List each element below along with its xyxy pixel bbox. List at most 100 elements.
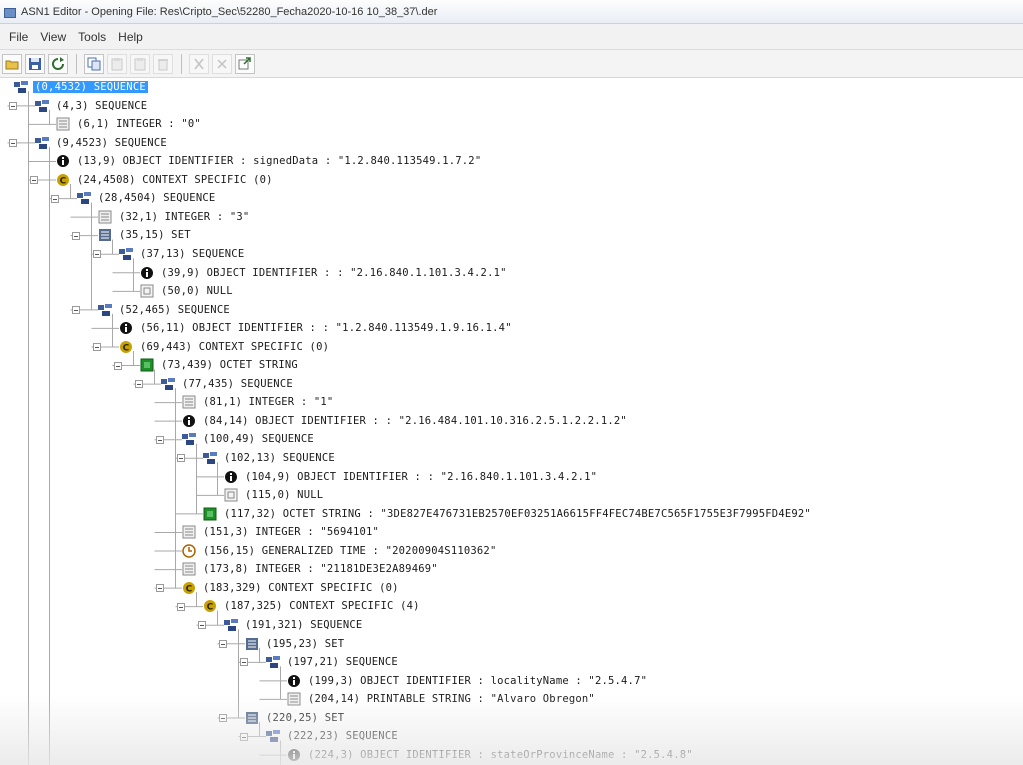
open-folder-icon[interactable]: [2, 53, 22, 74]
collapse-toggle-icon[interactable]: [30, 176, 38, 185]
paste-icon[interactable]: [107, 53, 127, 74]
context-specific-icon: C: [203, 599, 217, 613]
tree-node-label: (224,3) OBJECT IDENTIFIER : stateOrProvi…: [308, 748, 693, 761]
sequence-icon: [77, 191, 91, 205]
asn1-tree-view[interactable]: (0,4532) SEQUENCE (4,3) SEQUENCE (6,1) INT…: [0, 78, 1023, 765]
collapse-toggle-icon[interactable]: [240, 658, 248, 667]
toolbar: [0, 50, 1023, 78]
tree-node[interactable]: (9,4523) SEQUENCE: [35, 134, 169, 152]
collapse-toggle-icon[interactable]: [72, 305, 80, 314]
tree-node[interactable]: (117,32) OCTET STRING : "3DE827E476731EB…: [203, 505, 813, 523]
tree-node-label: (117,32) OCTET STRING : "3DE827E476731EB…: [224, 507, 811, 520]
tree-node[interactable]: (6,1) INTEGER : "0": [56, 115, 203, 133]
tree-node[interactable]: (39,9) OBJECT IDENTIFIER : : "2.16.840.1…: [140, 264, 509, 282]
tree-node-label: (102,13) SEQUENCE: [224, 452, 335, 464]
tree-node[interactable]: C (183,329) CONTEXT SPECIFIC (0): [182, 579, 401, 597]
collapse-toggle-icon[interactable]: [156, 584, 164, 593]
menu-tools[interactable]: Tools: [72, 30, 112, 44]
tree-node[interactable]: (197,21) SEQUENCE: [266, 653, 400, 671]
null-icon: [140, 284, 154, 298]
collapse-toggle-icon[interactable]: [9, 101, 17, 110]
tree-node[interactable]: (35,15) SET: [98, 226, 193, 244]
tree-node[interactable]: C (69,443) CONTEXT SPECIFIC (0): [119, 338, 331, 356]
tree-node[interactable]: (52,465) SEQUENCE: [98, 301, 232, 319]
tree-node-label: (104,9) OBJECT IDENTIFIER : : "2.16.840.…: [245, 470, 598, 483]
collapse-toggle-icon[interactable]: [72, 231, 80, 240]
save-icon[interactable]: [25, 53, 45, 74]
tree-node[interactable]: (73,439) OCTET STRING: [140, 356, 300, 374]
paste-special-icon[interactable]: [130, 53, 150, 74]
tree-node[interactable]: (151,3) INTEGER : "5694101": [182, 523, 381, 541]
context-specific-icon: C: [182, 581, 196, 595]
tree-node[interactable]: (204,14) PRINTABLE STRING : "Alvaro Obre…: [287, 690, 597, 708]
tree-node[interactable]: (50,0) NULL: [140, 282, 235, 300]
tree-node-label: (13,9) OBJECT IDENTIFIER : signedData : …: [77, 155, 482, 168]
tree-node[interactable]: (104,9) OBJECT IDENTIFIER : : "2.16.840.…: [224, 468, 599, 486]
tree-node[interactable]: (199,3) OBJECT IDENTIFIER : localityName…: [287, 672, 649, 690]
menu-file[interactable]: File: [3, 30, 34, 44]
collapse-toggle-icon[interactable]: [135, 380, 143, 389]
tree-node[interactable]: (100,49) SEQUENCE: [182, 430, 316, 448]
collapse-toggle-icon[interactable]: [177, 454, 185, 463]
tree-node[interactable]: (37,13) SEQUENCE: [119, 245, 246, 263]
tree-node[interactable]: (220,25) SET: [245, 709, 346, 727]
copy-icon[interactable]: [84, 53, 104, 74]
collapse-toggle-icon[interactable]: [9, 138, 17, 147]
integer-icon: [182, 562, 196, 576]
tree-node[interactable]: (224,3) OBJECT IDENTIFIER : stateOrProvi…: [287, 746, 695, 764]
tree-node[interactable]: (77,435) SEQUENCE: [161, 375, 295, 393]
tree-node-label: (28,4504) SEQUENCE: [98, 192, 216, 205]
tree-node[interactable]: (173,8) INTEGER : "21181DE3E2A89469": [182, 560, 440, 578]
collapse-toggle-icon[interactable]: [51, 194, 59, 203]
tree-node[interactable]: (4,3) SEQUENCE: [35, 97, 149, 115]
collapse-toggle-icon[interactable]: [219, 639, 227, 648]
tree-node[interactable]: (191,321) SEQUENCE: [224, 616, 364, 634]
collapse-toggle-icon[interactable]: [93, 250, 101, 259]
svg-text:C: C: [207, 603, 214, 613]
tree-node[interactable]: (81,1) INTEGER : "1": [182, 393, 335, 411]
collapse-toggle-icon[interactable]: [114, 361, 122, 370]
tree-node[interactable]: (156,15) GENERALIZED TIME : "20200904S11…: [182, 542, 498, 560]
tree-node-label: (24,4508) CONTEXT SPECIFIC (0): [77, 173, 273, 186]
cut-icon[interactable]: [189, 53, 209, 74]
null-icon: [224, 488, 238, 502]
tree-node-label: (69,443) CONTEXT SPECIFIC (0): [140, 340, 330, 353]
sequence-icon: [203, 451, 217, 465]
close-icon[interactable]: [212, 53, 232, 74]
collapse-toggle-icon[interactable]: [156, 435, 164, 444]
tree-node[interactable]: (56,11) OBJECT IDENTIFIER : : "1.2.840.1…: [119, 319, 514, 337]
collapse-toggle-icon[interactable]: [198, 621, 206, 630]
refresh-icon[interactable]: [48, 53, 68, 74]
svg-text:C: C: [186, 584, 193, 594]
title-bar: ASN1 Editor - Opening File: Res\Cripto_S…: [0, 0, 1023, 24]
tree-node-label: (151,3) INTEGER : "5694101": [203, 526, 380, 539]
context-specific-icon: C: [119, 340, 133, 354]
collapse-toggle-icon[interactable]: [177, 602, 185, 611]
tree-node[interactable]: C (187,325) CONTEXT SPECIFIC (4): [203, 597, 422, 615]
collapse-toggle-icon[interactable]: [219, 713, 227, 722]
sequence-icon: [266, 655, 280, 669]
collapse-toggle-icon[interactable]: [240, 732, 248, 741]
tree-node-label: (9,4523) SEQUENCE: [56, 136, 167, 149]
object-identifier-icon: [287, 748, 301, 762]
tree-node-label: (222,23) SEQUENCE: [287, 730, 398, 743]
collapse-toggle-icon[interactable]: [93, 342, 101, 351]
menu-view[interactable]: View: [34, 30, 72, 44]
tree-node[interactable]: (115,0) NULL: [224, 486, 325, 504]
tree-node[interactable]: (32,1) INTEGER : "3": [98, 208, 251, 226]
tree-node[interactable]: (28,4504) SEQUENCE: [77, 189, 217, 207]
tree-node[interactable]: (102,13) SEQUENCE: [203, 449, 337, 467]
tree-node-label: (35,15) SET: [119, 229, 191, 242]
integer-icon: [182, 525, 196, 539]
sequence-icon: [35, 99, 49, 113]
tree-node[interactable]: (195,23) SET: [245, 635, 346, 653]
export-icon[interactable]: [235, 53, 255, 74]
menu-help[interactable]: Help: [112, 30, 149, 44]
tree-node[interactable]: (84,14) OBJECT IDENTIFIER : : "2.16.484.…: [182, 412, 629, 430]
tree-node[interactable]: (0,4532) SEQUENCE: [14, 78, 148, 96]
tree-node[interactable]: C (24,4508) CONTEXT SPECIFIC (0): [56, 171, 275, 189]
tree-node-label: (52,465) SEQUENCE: [119, 303, 230, 316]
tree-node[interactable]: (222,23) SEQUENCE: [266, 727, 400, 745]
tree-node[interactable]: (13,9) OBJECT IDENTIFIER : signedData : …: [56, 152, 483, 170]
delete-icon[interactable]: [153, 53, 173, 74]
